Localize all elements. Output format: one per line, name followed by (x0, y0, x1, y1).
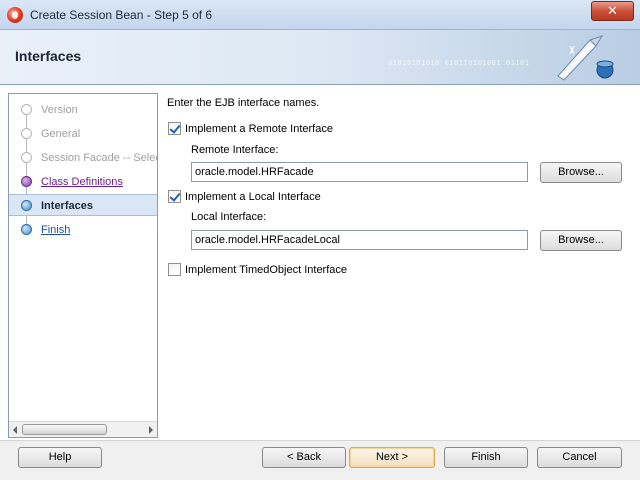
local-interface-label: Local Interface: (191, 211, 267, 223)
local-interface-checkbox[interactable] (168, 190, 181, 203)
binary-decoration: 01010101010 010110101001 01101 (388, 59, 530, 67)
close-button[interactable]: ✕ (591, 1, 634, 21)
local-interface-checkbox-label[interactable]: Implement a Local Interface (185, 191, 321, 203)
app-icon (7, 7, 23, 23)
step-dot-icon (21, 104, 32, 115)
step-dot-icon (21, 224, 32, 235)
step-finish[interactable]: Finish (9, 219, 157, 241)
step-label: Version (41, 104, 78, 116)
instruction-text: Enter the EJB interface names. (167, 97, 320, 109)
scroll-right-icon[interactable] (149, 426, 153, 434)
scroll-left-icon[interactable] (13, 426, 17, 434)
remote-interface-checkbox[interactable] (168, 122, 181, 135)
help-button[interactable]: Help (18, 447, 102, 468)
next-button[interactable]: Next > (349, 447, 435, 468)
remote-interface-input[interactable]: oracle.model.HRFacade (191, 162, 528, 182)
wizard-header: Interfaces 01010101010 010110101001 0110… (0, 30, 640, 85)
nav-horizontal-scrollbar[interactable] (9, 421, 157, 437)
step-label[interactable]: Class Definitions (41, 176, 123, 188)
wizard-steps-panel: Version General Session Facade -- Select… (8, 93, 158, 438)
local-browse-button[interactable]: Browse... (540, 230, 622, 251)
page-title: Interfaces (15, 48, 82, 64)
remote-interface-checkbox-label[interactable]: Implement a Remote Interface (185, 123, 333, 135)
finish-button[interactable]: Finish (444, 447, 528, 468)
step-label: General (41, 128, 81, 140)
step-dot-icon (21, 152, 32, 163)
remote-interface-label: Remote Interface: (191, 144, 279, 156)
step-dot-icon (21, 200, 32, 211)
cancel-button[interactable]: Cancel (537, 447, 622, 468)
timed-object-checkbox-label[interactable]: Implement TimedObject Interface (185, 264, 347, 276)
step-dot-icon (21, 176, 32, 187)
back-button[interactable]: < Back (262, 447, 346, 468)
wizard-icon (557, 35, 614, 81)
local-interface-input[interactable]: oracle.model.HRFacadeLocal (191, 230, 528, 250)
timed-object-checkbox[interactable] (168, 263, 181, 276)
step-general: General (9, 123, 157, 145)
step-label[interactable]: Finish (41, 224, 70, 236)
scrollbar-thumb[interactable] (22, 424, 107, 435)
step-dot-icon (21, 128, 32, 139)
step-interfaces[interactable]: Interfaces (9, 194, 157, 216)
step-class-definitions[interactable]: Class Definitions (9, 171, 157, 193)
step-label: Session Facade -- Select (41, 152, 158, 164)
wizard-footer: Help < Back Next > Finish Cancel (0, 441, 640, 480)
step-label: Interfaces (41, 200, 93, 212)
step-session-facade: Session Facade -- Select (9, 147, 157, 169)
window-title: Create Session Bean - Step 5 of 6 (30, 8, 213, 22)
title-bar: Create Session Bean - Step 5 of 6 ✕ (0, 0, 640, 30)
remote-browse-button[interactable]: Browse... (540, 162, 622, 183)
step-version: Version (9, 99, 157, 121)
